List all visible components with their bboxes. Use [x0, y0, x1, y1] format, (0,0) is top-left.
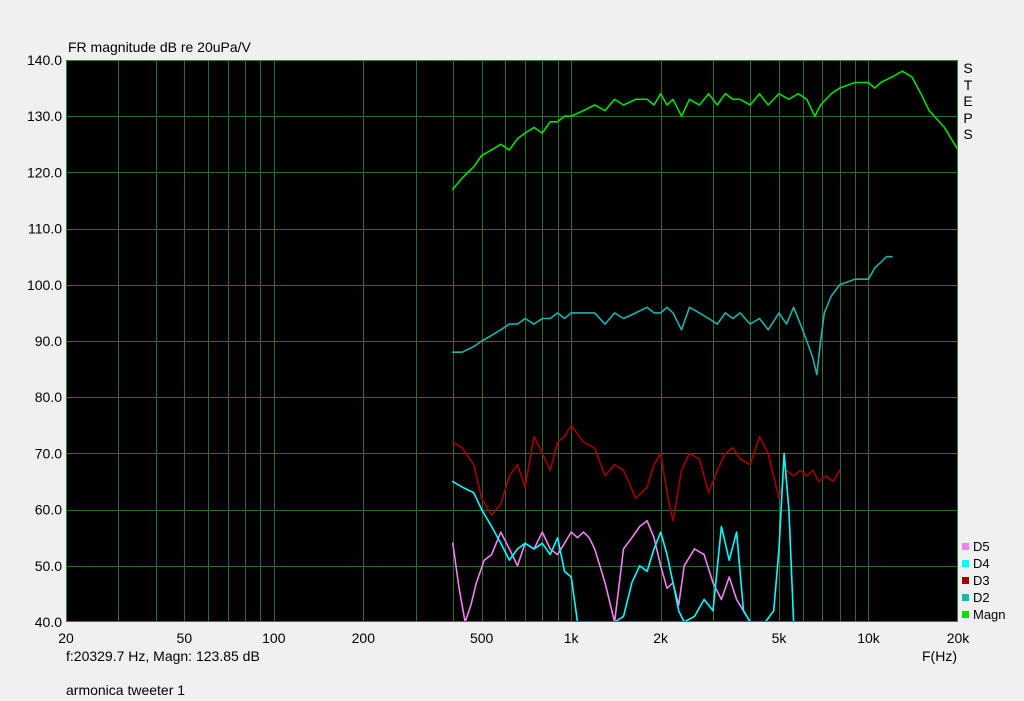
- legend-swatch: [962, 577, 969, 584]
- y-tick-label: 40.0: [35, 614, 62, 630]
- steps-letter: E: [963, 93, 973, 109]
- legend-label: D5: [973, 539, 990, 554]
- x-tick-label: 500: [470, 630, 494, 646]
- steps-letter: P: [963, 109, 973, 126]
- measurement-name: armonica tweeter 1: [66, 682, 186, 698]
- x-tick-label: 50: [177, 630, 193, 646]
- x-tick-label: 20: [58, 630, 74, 646]
- x-tick-label: 5k: [772, 630, 788, 646]
- legend-item-d2[interactable]: D2: [962, 589, 1006, 606]
- cursor-readout: f:20329.7 Hz, Magn: 123.85 dB: [66, 648, 260, 664]
- y-tick-label: 120.0: [27, 164, 62, 180]
- y-tick-label: 70.0: [35, 445, 62, 461]
- legend-swatch: [962, 543, 969, 550]
- x-axis-unit: F(Hz): [922, 648, 957, 664]
- y-tick-label: 110.0: [28, 221, 62, 237]
- x-tick-label: 1k: [564, 630, 580, 646]
- y-tick-label: 130.0: [27, 108, 62, 124]
- y-tick-label: 80.0: [35, 389, 62, 405]
- chart-title: FR magnitude dB re 20uPa/V: [68, 39, 251, 55]
- legend-label: Magn: [973, 607, 1006, 622]
- y-tick-label: 140.0: [27, 52, 62, 68]
- legend-item-d3[interactable]: D3: [962, 572, 1006, 589]
- x-tick-label: 10k: [857, 630, 881, 646]
- y-tick-label: 50.0: [35, 558, 62, 574]
- legend: D5 D4 D3 D2 Magn: [962, 538, 1006, 623]
- legend-swatch: [962, 594, 969, 601]
- legend-swatch: [962, 560, 969, 567]
- y-tick-label: 100.0: [27, 277, 62, 293]
- steps-letter: S: [963, 60, 973, 76]
- legend-item-d4[interactable]: D4: [962, 555, 1006, 572]
- fr-chart: 40.0 50.0 60.0 70.0 80.0 90.0 100.0 110.0 120.0 1…: [27, 52, 971, 646]
- legend-item-magn[interactable]: Magn: [962, 606, 1006, 623]
- legend-item-d5[interactable]: D5: [962, 538, 1006, 555]
- x-tick-label: 2k: [653, 630, 669, 646]
- x-tick-label: 20k: [947, 630, 971, 646]
- steps-label: S T E P S: [961, 60, 975, 143]
- x-tick-label: 100: [262, 630, 286, 646]
- y-tick-label: 60.0: [35, 502, 62, 518]
- y-tick-label: 90.0: [35, 333, 62, 349]
- legend-label: D3: [973, 573, 990, 588]
- legend-swatch: [962, 611, 969, 618]
- x-tick-label: 200: [352, 630, 376, 646]
- legend-label: D4: [973, 556, 990, 571]
- steps-letter: T: [963, 76, 973, 93]
- legend-label: D2: [973, 590, 990, 605]
- steps-letter: S: [963, 126, 973, 142]
